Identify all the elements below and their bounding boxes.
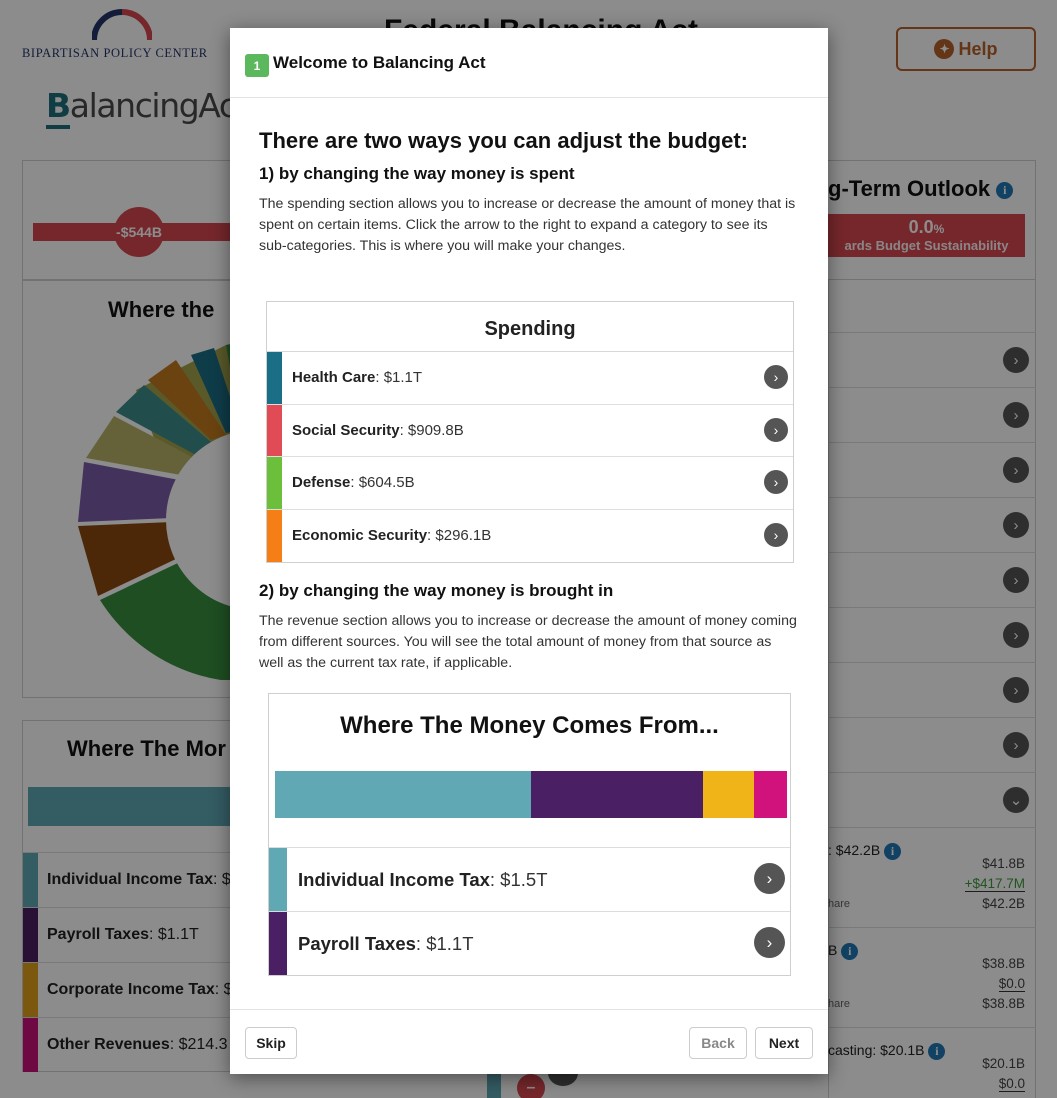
section1-text: The spending section allows you to incre… (259, 196, 796, 254)
spending-example-row: Defense: $604.5B › (267, 457, 793, 510)
tutorial-modal: 1 Welcome to Balancing Act There are two… (230, 28, 828, 1074)
revenue-stack-segment (531, 771, 703, 818)
chevron-right-icon: › (764, 365, 788, 389)
row-name: Social Security (292, 421, 400, 439)
back-button[interactable]: Back (689, 1027, 747, 1059)
revenue-stack-segment (753, 771, 787, 818)
modal-heading: There are two ways you can adjust the bu… (259, 128, 748, 153)
spending-example-label: Health Care: $1.1T (292, 369, 422, 386)
chevron-right-icon: › (754, 927, 785, 958)
row-name: Defense (292, 474, 351, 491)
color-swatch (267, 509, 282, 562)
revenue-example-title: Where The Money Comes From... (340, 712, 719, 739)
spending-example-row: Economic Security: $296.1B › (267, 509, 793, 562)
spending-example-row: Health Care: $1.1T › (267, 352, 793, 405)
modal-title: Welcome to Balancing Act (273, 53, 486, 72)
spending-example-label: Economic Security: $296.1B (292, 527, 491, 544)
spending-example-image: Spending Health Care: $1.1T › Social Sec… (266, 301, 794, 563)
step-badge: 1 (245, 54, 269, 77)
revenue-stack-bar (275, 771, 787, 818)
row-name: Health Care (292, 369, 376, 386)
row-value: : $1.1T (375, 369, 423, 386)
row-value: : $604.5B (350, 474, 415, 491)
revenue-example-row: Payroll Taxes: $1.1T › (269, 912, 790, 975)
revenue-example-label: Payroll Taxes: $1.1T (298, 933, 474, 955)
chevron-right-icon: › (754, 863, 785, 894)
revenue-example-label: Individual Income Tax: $1.5T (298, 869, 548, 891)
revenue-stack-segment (702, 771, 754, 818)
spending-example-row: Social Security: $909.8B › (267, 404, 793, 457)
section1-heading: 1) by changing the way money is spent (259, 164, 575, 183)
spending-example-label: Defense: $604.5B (292, 474, 415, 491)
chevron-right-icon: › (764, 417, 788, 442)
next-button[interactable]: Next (755, 1027, 813, 1059)
color-swatch (269, 912, 287, 975)
color-swatch (267, 352, 282, 404)
spending-example-label: Social Security: $909.8B (292, 422, 464, 439)
row-name: Individual Income Tax (298, 869, 490, 890)
row-value: : $909.8B (399, 421, 464, 439)
row-value: : $1.1T (415, 933, 474, 954)
revenue-stack-segment (275, 771, 531, 818)
spending-example-title: Spending (267, 302, 793, 352)
revenue-example-row: Individual Income Tax: $1.5T › (269, 848, 790, 912)
section2-text: The revenue section allows you to increa… (259, 613, 797, 671)
revenue-example-image: Where The Money Comes From... Individual… (268, 693, 791, 976)
chevron-right-icon: › (764, 470, 788, 494)
row-name: Payroll Taxes (298, 933, 416, 954)
color-swatch (269, 848, 287, 911)
section2-heading: 2) by changing the way money is brought … (259, 581, 614, 600)
color-swatch (267, 457, 282, 509)
row-value: : $1.5T (489, 869, 548, 890)
row-value: : $296.1B (427, 526, 492, 544)
skip-button[interactable]: Skip (245, 1027, 297, 1059)
color-swatch (267, 404, 282, 456)
modal-footer: Skip Back Next (230, 1009, 828, 1074)
chevron-right-icon: › (764, 522, 788, 547)
modal-header: 1 Welcome to Balancing Act (230, 28, 828, 98)
row-name: Economic Security (292, 526, 428, 544)
